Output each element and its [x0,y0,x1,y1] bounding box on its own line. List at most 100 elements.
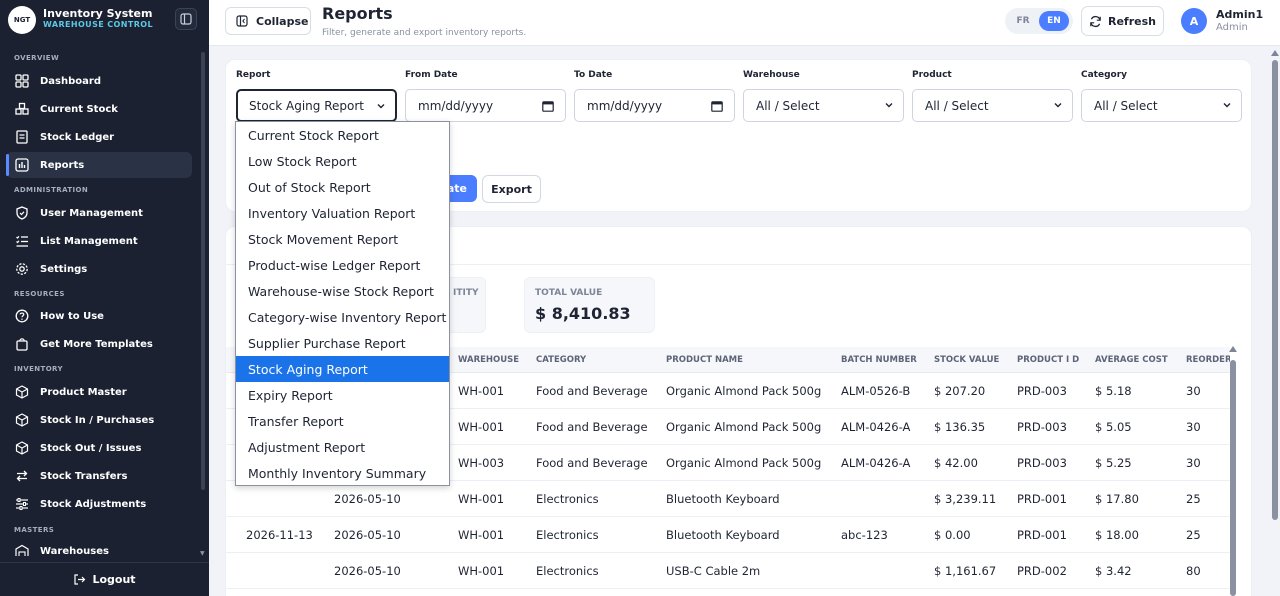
category-select[interactable]: All / Select [1081,89,1242,122]
sidebar-item-stock-adjustments[interactable]: Stock Adjustments [6,491,192,517]
report-option[interactable]: Current Stock Report [236,122,449,148]
product-select[interactable]: All / Select [912,89,1073,122]
col-category[interactable]: CATEGORY [536,355,586,365]
col-product-name[interactable]: PRODUCT NAME [666,355,743,365]
top-bar: Collapse Reports Filter, generate and ex… [209,0,1280,46]
help-icon [15,309,29,323]
chevron-down-icon [1054,103,1062,108]
lang-en-button[interactable]: EN [1039,11,1069,31]
user-menu[interactable]: A Admin1 Admin [1171,4,1273,38]
sidebar-item-label: Current Stock [40,103,118,115]
gear-icon [16,263,28,275]
report-option[interactable]: Transfer Report [236,408,449,434]
avatar: A [1181,8,1207,34]
sidebar-item-stock-in[interactable]: Stock In / Purchases [6,407,192,433]
page-scrollbar[interactable] [1270,46,1280,596]
ledger-icon [16,130,28,144]
report-option[interactable]: Warehouse-wise Stock Report [236,278,449,304]
refresh-button[interactable]: Refresh [1081,6,1164,36]
report-option[interactable]: Stock Movement Report [236,226,449,252]
boxes-icon [15,102,29,115]
collapse-button[interactable]: Collapse [225,7,311,35]
brand: NGT Inventory System WAREHOUSE CONTROL [0,0,209,40]
sidebar-item-warehouses[interactable]: Warehouses [6,538,192,556]
sidebar-item-label: User Management [40,207,143,219]
to-date-input[interactable]: mm/dd/yyyy [574,89,735,122]
report-select[interactable]: Stock Aging Report [236,89,397,122]
table-row[interactable]: 2026-05-10 WH-001 Electronics Bluetooth … [226,481,1230,517]
col-batch-number[interactable]: BATCH NUMBER [841,355,917,365]
cube-icon [15,385,29,399]
report-select-value: Stock Aging Report [249,98,365,113]
cell-date: 2026-05-10 [334,528,401,542]
page-scroll-thumb[interactable] [1272,60,1278,520]
sidebar-item-stock-transfers[interactable]: Stock Transfers [6,463,192,489]
page-title: Reports [322,4,393,23]
cell-reorder: 25 [1186,492,1201,506]
nav-section-overview: OVERVIEW [14,54,60,62]
table-scrollbar[interactable] [1229,346,1238,596]
sidebar-item-settings[interactable]: Settings [6,256,192,282]
scroll-up-icon[interactable] [1229,346,1237,352]
sidebar-item-stock-out[interactable]: Stock Out / Issues [6,435,192,461]
report-option[interactable]: Low Stock Report [236,148,449,174]
calendar-icon[interactable] [542,100,554,112]
table-row[interactable]: 2026-11-13 2026-05-10 WH-001 Electronics… [226,517,1230,553]
from-date-input[interactable]: mm/dd/yyyy [405,89,566,122]
col-reorder[interactable]: REORDER [1186,355,1230,365]
cell-warehouse: WH-003 [458,456,505,470]
export-button[interactable]: Export [482,175,541,203]
cell-reorder: 25 [1186,528,1201,542]
sidebar-item-reports[interactable]: Reports [6,152,192,178]
calendar-icon[interactable] [711,100,723,112]
table-scroll-thumb[interactable] [1230,360,1236,596]
cell-product-name: Bluetooth Keyboard [666,492,780,506]
report-option[interactable]: Supplier Purchase Report [236,330,449,356]
sidebar-scrollbar[interactable] [201,52,205,490]
col-product-id[interactable]: PRODUCT I D [1017,355,1079,365]
lang-fr-button[interactable]: FR [1009,11,1037,31]
sidebar-item-get-more-templates[interactable]: Get More Templates [6,331,192,357]
col-average-cost[interactable]: AVERAGE COST [1095,355,1168,365]
cell-stock-value: $ 207.20 [934,384,986,398]
report-option[interactable]: Out of Stock Report [236,174,449,200]
logout-button[interactable]: Logout [0,562,209,596]
warehouse-select[interactable]: All / Select [743,89,904,122]
report-option[interactable]: Product-wise Ledger Report [236,252,449,278]
sidebar-item-dashboard[interactable]: Dashboard [6,68,192,94]
cell-product-id: PRD-001 [1017,492,1067,506]
report-option-selected[interactable]: Stock Aging Report [236,356,449,382]
cell-category: Electronics [536,528,599,542]
report-option[interactable]: Inventory Valuation Report [236,200,449,226]
cell-reorder: 30 [1186,456,1201,470]
logo: NGT [8,6,36,34]
cell-warehouse: WH-001 [458,384,505,398]
brand-title: Inventory System [43,7,153,20]
col-warehouse[interactable]: WAREHOUSE [458,355,519,365]
cell-product-id: PRD-003 [1017,420,1067,434]
scroll-down-icon[interactable]: ▼ [200,550,205,557]
scroll-up-icon[interactable] [1271,50,1279,56]
sidebar-item-user-management[interactable]: User Management [6,200,192,226]
cell-expiry: 2026-11-13 [246,528,313,542]
report-option[interactable]: Adjustment Report [236,434,449,460]
sidebar-item-list-management[interactable]: List Management [6,228,192,254]
cell-category: Food and Beverage [536,420,648,434]
report-option[interactable]: Expiry Report [236,382,449,408]
table-row[interactable]: 2026-05-10 WH-001 Electronics USB-C Cabl… [226,553,1230,589]
sidebar-item-product-master[interactable]: Product Master [6,379,192,405]
sidebar-item-current-stock[interactable]: Current Stock [6,96,192,122]
sidebar-item-label: Get More Templates [40,338,153,350]
sidebar: NGT Inventory System WAREHOUSE CONTROL O… [0,0,209,596]
sidebar-item-stock-ledger[interactable]: Stock Ledger [6,124,192,150]
cell-batch: abc-123 [841,528,888,542]
sidebar-item-how-to-use[interactable]: How to Use [6,303,192,329]
from-date-placeholder: mm/dd/yyyy [418,98,494,113]
cell-warehouse: WH-001 [458,564,505,578]
sidebar-toggle-button[interactable] [175,8,197,30]
cell-stock-value: $ 0.00 [934,528,971,542]
report-option[interactable]: Category-wise Inventory Report [236,304,449,330]
col-stock-value[interactable]: STOCK VALUE [934,355,999,365]
report-option[interactable]: Monthly Inventory Summary [236,460,449,486]
cell-average-cost: $ 5.18 [1095,384,1132,398]
